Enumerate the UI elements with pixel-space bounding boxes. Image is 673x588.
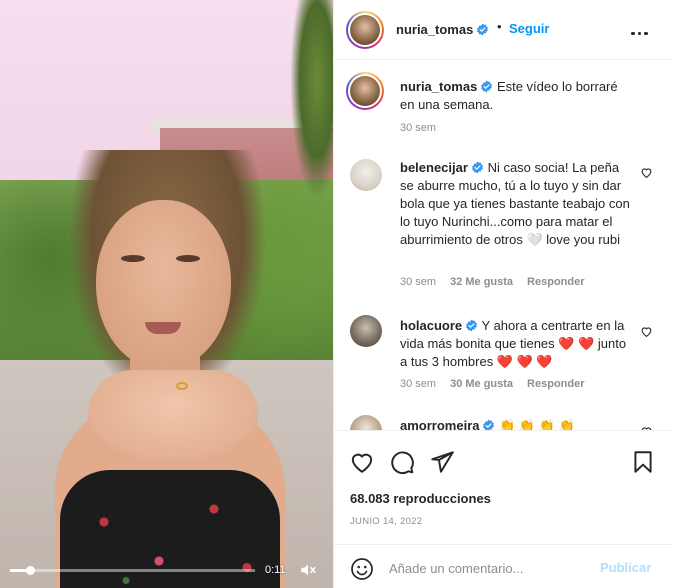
video-progress-bar[interactable] bbox=[10, 566, 255, 575]
comment-age: 30 sem bbox=[400, 378, 437, 390]
post-date: JUNIO 14, 2022 bbox=[350, 516, 423, 527]
emoji-icon[interactable] bbox=[350, 557, 374, 581]
reply-button[interactable]: Responder bbox=[527, 276, 584, 288]
post-header: nuria_tomas • Seguir bbox=[334, 0, 673, 60]
heart-icon[interactable] bbox=[640, 325, 654, 339]
comment-input[interactable] bbox=[389, 555, 589, 581]
comments-list[interactable]: nuria_tomas Este vídeo lo borraré en una… bbox=[334, 60, 673, 430]
comment-username[interactable]: amorromeira bbox=[400, 418, 479, 430]
post-sidebar: nuria_tomas • Seguir nuria_tomas Este ví… bbox=[333, 0, 673, 588]
video-player[interactable]: 0:11 bbox=[0, 0, 333, 588]
video-person-eye-left bbox=[121, 255, 145, 262]
more-options-icon[interactable] bbox=[631, 22, 651, 38]
video-time: 0:11 bbox=[265, 564, 286, 576]
comment-meta: 30 sem 30 Me gusta Responder bbox=[400, 378, 585, 390]
header-user: nuria_tomas bbox=[396, 21, 489, 39]
bookmark-icon[interactable] bbox=[630, 449, 656, 475]
verified-badge-icon bbox=[465, 319, 478, 332]
verified-badge-icon bbox=[480, 80, 493, 93]
caption-age: 30 sem bbox=[400, 122, 437, 134]
view-count[interactable]: 68.083 reproducciones bbox=[350, 491, 491, 506]
video-controls: 0:11 bbox=[0, 558, 333, 588]
avatar-photo bbox=[350, 15, 380, 45]
publish-button[interactable]: Publicar bbox=[600, 560, 651, 575]
comment-avatar[interactable] bbox=[350, 159, 382, 191]
post-actions: 68.083 reproducciones JUNIO 14, 2022 Pub… bbox=[334, 430, 673, 581]
header-separator: • bbox=[497, 19, 502, 34]
comment-text: amorromeira 👏 👏 👏 👏 bbox=[400, 417, 632, 430]
video-person-eye-right bbox=[176, 255, 200, 262]
video-person-face bbox=[96, 200, 231, 370]
comment-age: 30 sem bbox=[400, 276, 437, 288]
comment-icon[interactable] bbox=[389, 449, 415, 475]
reply-button[interactable]: Responder bbox=[527, 378, 584, 390]
share-icon[interactable] bbox=[429, 449, 455, 475]
comment-avatar[interactable] bbox=[350, 315, 382, 347]
caption-avatar[interactable] bbox=[346, 72, 384, 110]
heart-icon[interactable] bbox=[640, 166, 654, 180]
video-person-ring bbox=[176, 382, 188, 390]
avatar-photo bbox=[350, 76, 380, 106]
follow-button[interactable]: Seguir bbox=[509, 21, 549, 36]
video-person-hands bbox=[88, 370, 258, 460]
comment-text: belenecijar Ni caso socia! La peña se ab… bbox=[400, 159, 632, 249]
verified-badge-icon bbox=[476, 23, 489, 36]
muted-speaker-icon[interactable] bbox=[299, 561, 317, 579]
verified-badge-icon bbox=[471, 161, 484, 174]
caption-text: nuria_tomas Este vídeo lo borraré en una… bbox=[400, 78, 632, 114]
comment-likes[interactable]: 32 Me gusta bbox=[450, 276, 513, 288]
comment-body: 👏 👏 👏 👏 bbox=[499, 418, 575, 430]
comment-likes[interactable]: 30 Me gusta bbox=[450, 378, 513, 390]
heart-icon[interactable] bbox=[349, 449, 375, 475]
caption-username[interactable]: nuria_tomas bbox=[400, 79, 477, 94]
comment-text: holacuore Y ahora a centrarte en la vida… bbox=[400, 317, 632, 371]
comment-meta: 30 sem 32 Me gusta Responder bbox=[400, 276, 585, 288]
comment-avatar[interactable] bbox=[350, 415, 382, 430]
video-scene-tree bbox=[290, 0, 333, 200]
header-username[interactable]: nuria_tomas bbox=[396, 22, 473, 37]
avatar[interactable] bbox=[346, 11, 384, 49]
comment-username[interactable]: belenecijar bbox=[400, 160, 468, 175]
video-progress-knob[interactable] bbox=[25, 566, 35, 575]
verified-badge-icon bbox=[482, 419, 495, 430]
comment-composer: Publicar bbox=[334, 544, 673, 588]
comment-username[interactable]: holacuore bbox=[400, 318, 462, 333]
